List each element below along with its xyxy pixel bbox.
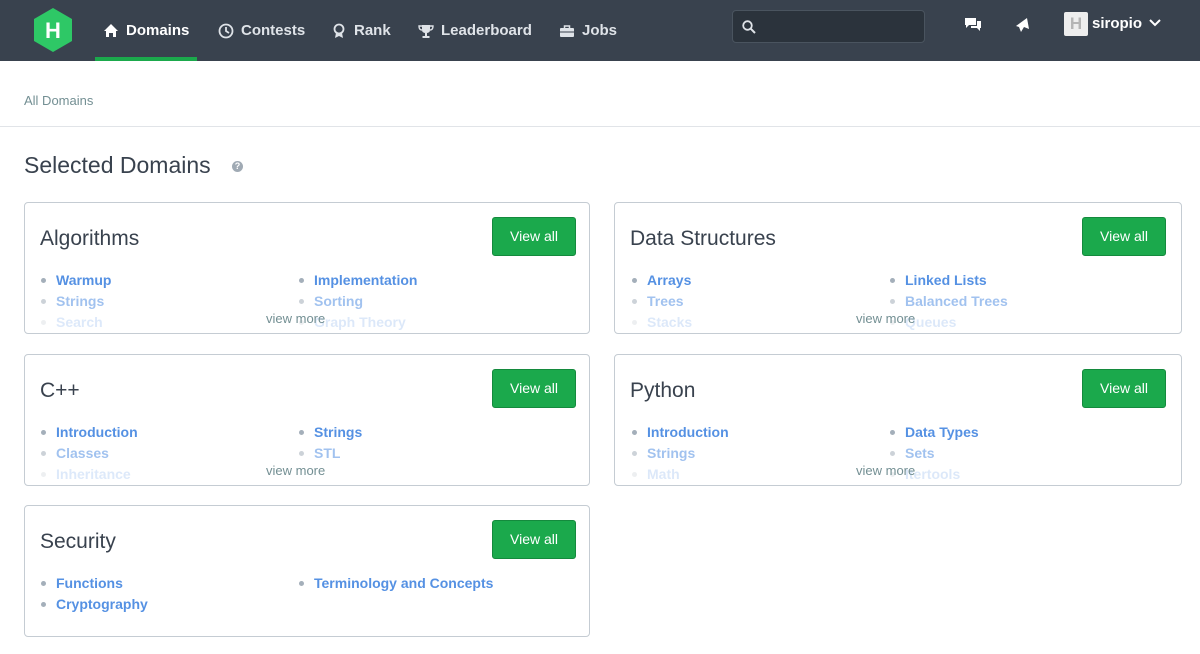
search-box[interactable] [732, 10, 925, 43]
subdomain-link[interactable]: STL [298, 445, 340, 461]
messages-icon[interactable] [963, 15, 983, 35]
clock-icon [218, 23, 234, 38]
nav-jobs[interactable]: Jobs [559, 0, 617, 61]
subdomain-link[interactable]: Cryptography [40, 596, 148, 612]
view-more-link[interactable]: view more [856, 311, 915, 326]
nav-contests[interactable]: Contests [218, 0, 305, 61]
subdomain-link[interactable]: Introduction [40, 424, 138, 440]
domain-card-cpp: C++ View all Introduction Classes Inheri… [24, 354, 590, 486]
nav-domains-label: Domains [126, 22, 190, 39]
subdomain-link[interactable]: Introduction [631, 424, 729, 440]
nav-contests-label: Contests [241, 22, 306, 39]
username[interactable]: siropio [1092, 15, 1142, 32]
view-more-link[interactable]: view more [266, 311, 325, 326]
domain-card-security: Security View all Functions Cryptography… [24, 505, 590, 637]
view-all-button[interactable]: View all [1082, 369, 1166, 408]
domain-card-data-structures: Data Structures View all Arrays Trees St… [614, 202, 1182, 334]
subdomain-link[interactable]: Functions [40, 575, 123, 591]
domain-card-algorithms: Algorithms View all Warmup Strings Searc… [24, 202, 590, 334]
top-navbar: H Domains Contests Rank Leaderboard Jobs… [0, 0, 1200, 61]
card-title[interactable]: Security [40, 530, 116, 554]
search-input[interactable] [763, 16, 918, 38]
nav-domains[interactable]: Domains [94, 0, 198, 61]
subdomain-link[interactable]: Trees [631, 293, 684, 309]
card-title[interactable]: Data Structures [630, 227, 776, 251]
subdomain-link[interactable]: Linked Lists [889, 272, 987, 288]
medal-icon [333, 23, 345, 38]
breadcrumb-bar [0, 61, 1200, 127]
subdomain-link[interactable]: Stacks [631, 314, 692, 330]
view-more-link[interactable]: view more [856, 463, 915, 478]
subdomain-link[interactable]: Sorting [298, 293, 363, 309]
subdomain-link[interactable]: Data Types [889, 424, 979, 440]
briefcase-icon [560, 24, 574, 37]
nav-leaderboard[interactable]: Leaderboard [418, 0, 532, 61]
subdomain-link[interactable]: Search [40, 314, 103, 330]
page-title: Selected Domains [24, 152, 211, 178]
subdomain-link[interactable]: Arrays [631, 272, 691, 288]
hackerrank-logo[interactable]: H [32, 7, 74, 53]
nav-leaderboard-label: Leaderboard [441, 22, 532, 39]
trophy-icon [418, 24, 434, 38]
subdomain-link[interactable]: Strings [40, 293, 104, 309]
subdomain-link[interactable]: Strings [298, 424, 362, 440]
avatar[interactable]: H [1064, 12, 1088, 36]
chevron-down-icon[interactable] [1149, 18, 1161, 28]
logo-letter: H [45, 18, 61, 43]
breadcrumb[interactable]: All Domains [24, 93, 93, 108]
subdomain-link[interactable]: Implementation [298, 272, 417, 288]
view-all-button[interactable]: View all [492, 369, 576, 408]
card-title[interactable]: Algorithms [40, 227, 139, 251]
view-all-button[interactable]: View all [492, 520, 576, 559]
subdomain-link[interactable]: Classes [40, 445, 109, 461]
nav-jobs-label: Jobs [582, 22, 618, 39]
subdomain-link[interactable]: Inheritance [40, 466, 131, 482]
domain-card-python: Python View all Introduction Strings Mat… [614, 354, 1182, 486]
subdomain-link[interactable]: Terminology and Concepts [298, 575, 493, 591]
help-icon[interactable]: ? [232, 161, 243, 172]
nav-rank-label: Rank [354, 22, 391, 39]
subdomain-link[interactable]: Balanced Trees [889, 293, 1008, 309]
card-title[interactable]: Python [630, 379, 695, 403]
search-icon [742, 20, 756, 34]
subdomain-link[interactable]: Math [631, 466, 680, 482]
view-all-button[interactable]: View all [492, 217, 576, 256]
subdomain-link[interactable]: Strings [631, 445, 695, 461]
nav-rank[interactable]: Rank [331, 0, 391, 61]
subdomain-link[interactable]: Sets [889, 445, 935, 461]
notifications-icon[interactable] [1013, 15, 1033, 35]
view-all-button[interactable]: View all [1082, 217, 1166, 256]
view-more-link[interactable]: view more [266, 463, 325, 478]
subdomain-link[interactable]: Warmup [40, 272, 111, 288]
card-title[interactable]: C++ [40, 379, 80, 403]
home-icon [104, 23, 118, 37]
